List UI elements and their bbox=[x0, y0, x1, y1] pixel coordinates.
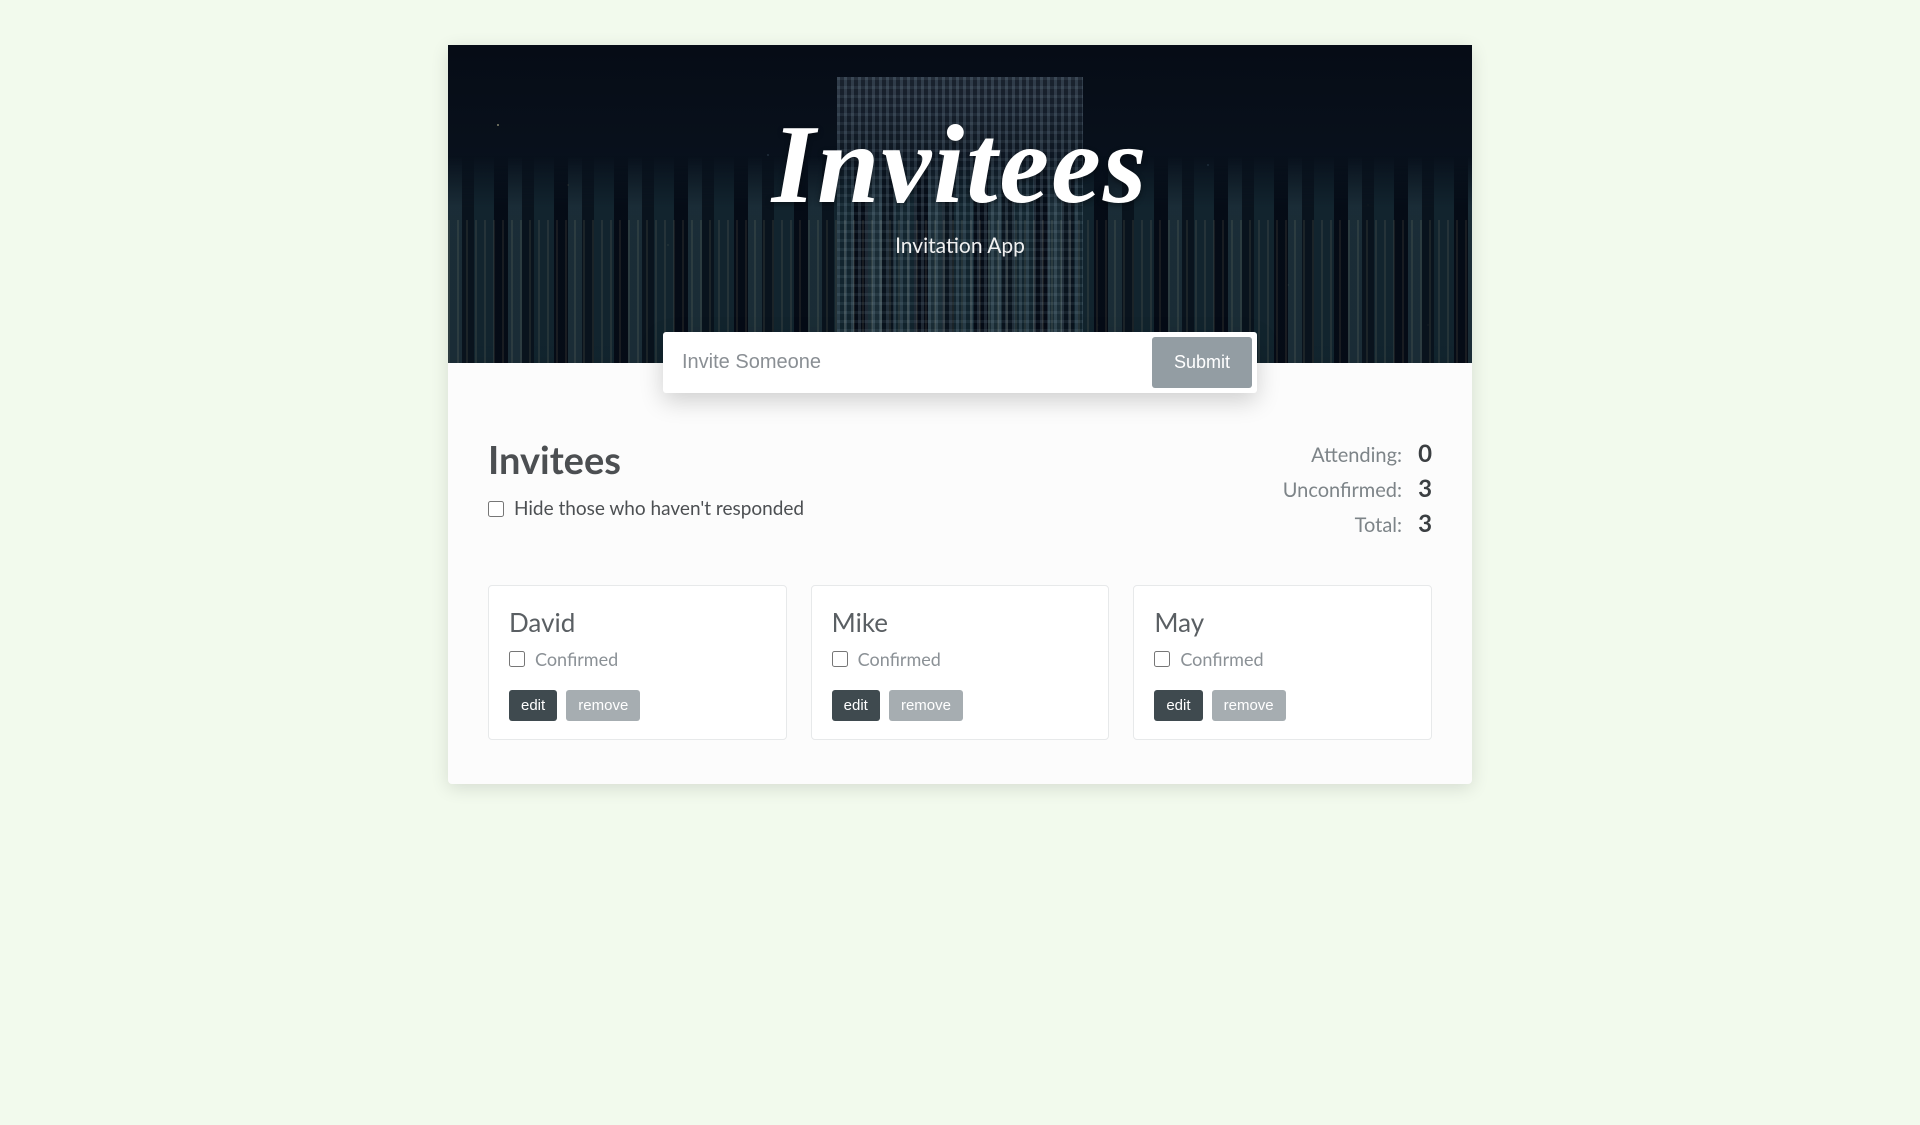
confirmed-label[interactable]: Confirmed bbox=[832, 648, 1089, 670]
confirmed-label[interactable]: Confirmed bbox=[1154, 648, 1411, 670]
filter-responded-checkbox[interactable] bbox=[488, 501, 504, 517]
filter-responded-label[interactable]: Hide those who haven't responded bbox=[488, 497, 804, 520]
unconfirmed-value: 3 bbox=[1414, 472, 1432, 507]
edit-button[interactable]: edit bbox=[509, 690, 557, 721]
confirmed-checkbox[interactable] bbox=[509, 651, 525, 667]
invitees-heading: Invitees bbox=[488, 437, 804, 483]
confirmed-checkbox[interactable] bbox=[1154, 651, 1170, 667]
edit-button[interactable]: edit bbox=[832, 690, 880, 721]
attending-value: 0 bbox=[1414, 437, 1432, 472]
app-title: Invitees bbox=[448, 45, 1472, 225]
unconfirmed-label: Unconfirmed: bbox=[1283, 476, 1402, 505]
invitee-name: Mike bbox=[832, 606, 1089, 638]
invitee-card: David Confirmed edit remove bbox=[488, 585, 787, 740]
invitee-list: David Confirmed edit remove Mike Confirm… bbox=[488, 585, 1432, 740]
remove-button[interactable]: remove bbox=[889, 690, 963, 721]
confirmed-text: Confirmed bbox=[858, 648, 941, 670]
invitee-name: David bbox=[509, 606, 766, 638]
confirmed-text: Confirmed bbox=[535, 648, 618, 670]
invitee-name: May bbox=[1154, 606, 1411, 638]
invitee-card: Mike Confirmed edit remove bbox=[811, 585, 1110, 740]
confirmed-text: Confirmed bbox=[1180, 648, 1263, 670]
invite-form: Submit bbox=[663, 332, 1257, 393]
app-subtitle: Invitation App bbox=[448, 233, 1472, 258]
remove-button[interactable]: remove bbox=[1212, 690, 1286, 721]
submit-button[interactable]: Submit bbox=[1152, 337, 1252, 388]
total-value: 3 bbox=[1414, 507, 1432, 542]
confirmed-checkbox[interactable] bbox=[832, 651, 848, 667]
total-label: Total: bbox=[1355, 511, 1402, 540]
filter-responded-text: Hide those who haven't responded bbox=[514, 497, 804, 520]
edit-button[interactable]: edit bbox=[1154, 690, 1202, 721]
invite-input[interactable] bbox=[668, 337, 1152, 388]
remove-button[interactable]: remove bbox=[566, 690, 640, 721]
header: Invitees Invitation App bbox=[448, 45, 1472, 363]
confirmed-label[interactable]: Confirmed bbox=[509, 648, 766, 670]
invitee-card: May Confirmed edit remove bbox=[1133, 585, 1432, 740]
attending-label: Attending: bbox=[1311, 441, 1402, 470]
main-content: Invitees Hide those who haven't responde… bbox=[448, 363, 1472, 784]
app-wrapper: Invitees Invitation App Submit Invitees … bbox=[448, 45, 1472, 784]
stats-counter: Attending: 0 Unconfirmed: 3 Total: 3 bbox=[1283, 437, 1432, 541]
